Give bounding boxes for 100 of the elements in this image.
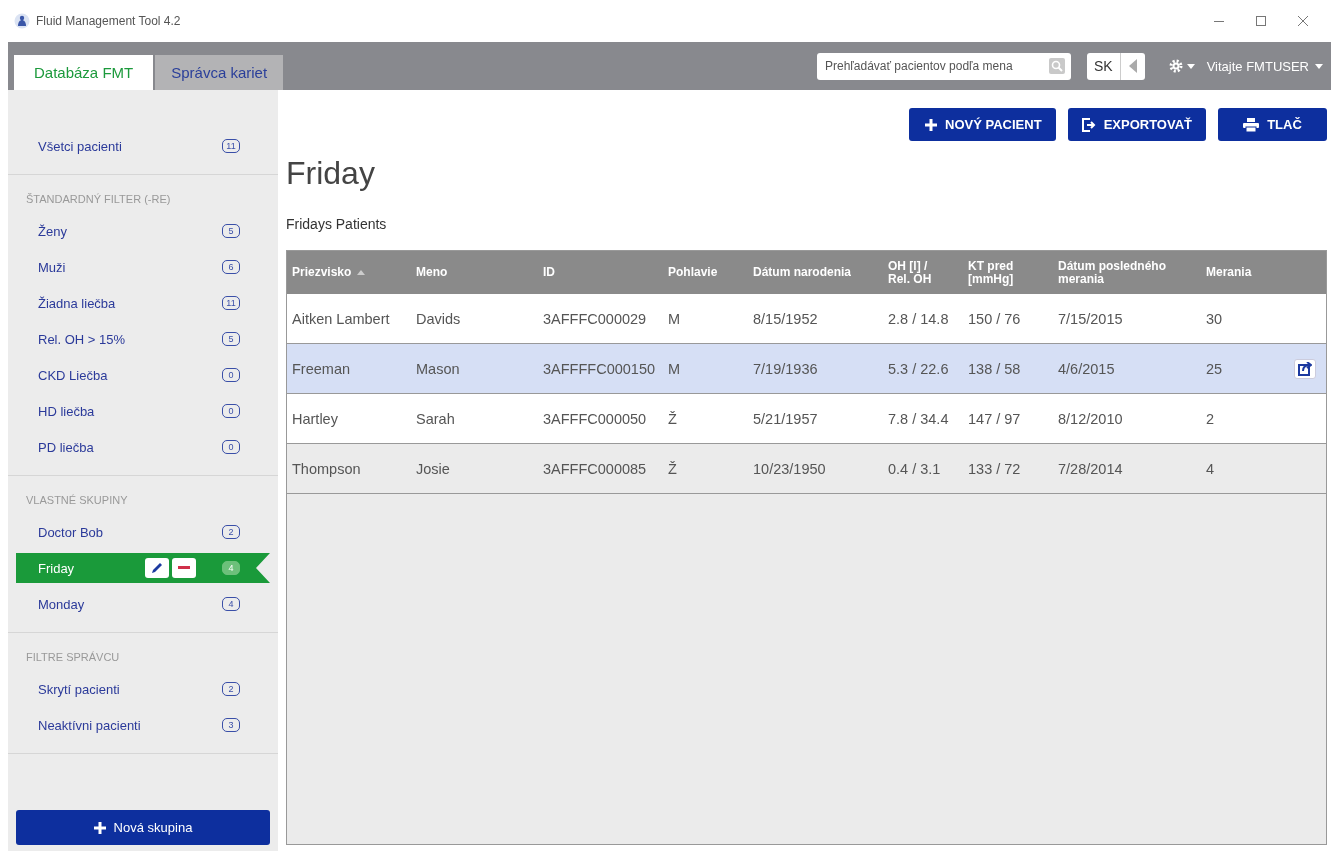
item-label: Muži [38,259,67,275]
new-group-button[interactable]: Nová skupina [16,810,270,845]
table-cell-text: Thompson [291,460,362,477]
table-row[interactable]: Aitken Lambert Davids 3AFFFC000029 M 8/15/1952 2.8 / 14.8 150 / 76 7/15/2015 30 [287,294,1326,344]
sidebar-item[interactable]: Skrytí pacienti 2 [16,671,270,707]
item-label: Žiadna liečba [38,295,117,311]
sidebar-item[interactable]: CKD Liečba 0 [16,357,270,393]
table-cell-text: 8/12/2010 [1057,410,1124,427]
sidebar-item[interactable]: Doctor Bob 2 [16,514,270,550]
item-label: Neaktívni pacienti [38,717,142,733]
count-badge: 0 [222,440,240,454]
table-cell-text: 10/23/1950 [752,460,827,477]
table-cell-text: M [667,310,682,327]
printer-icon [1243,117,1260,132]
sidebar-item[interactable]: Žiadna liečba 11 [16,285,270,321]
close-icon[interactable] [1297,15,1309,27]
pencil-icon [150,561,164,575]
table-cell-text: Aitken Lambert [291,310,391,327]
table-cell-text: 5/21/1957 [752,410,819,427]
item-label: Rel. OH > 15% [38,331,127,347]
window-title: Fluid Management Tool 4.2 [36,14,182,28]
count-badge: 3 [222,718,240,732]
table-cell-text: 138 / 58 [967,360,1022,377]
table-cell-text: 3AFFFC000085 [542,460,648,477]
edit-button[interactable] [145,558,169,578]
table-cell-text: Ž [667,410,678,427]
item-label: HD liečba [38,403,96,419]
sidebar-item[interactable]: Monday 4 [16,586,270,622]
table-cell-text: 30 [1205,310,1224,327]
table-cell-text: 4 [1205,460,1216,477]
sidebar-item[interactable]: PD liečba 0 [16,429,270,465]
sidebar-item[interactable]: Všetci pacienti 11 [16,128,270,164]
table-row[interactable]: Freeman Mason 3AFFFFC000150 M 7/19/1936 5.3 / 22.6 138 / 58 4/6/2015 25 [287,344,1326,394]
table-cell-text: 7/19/1936 [752,360,819,377]
new-patient-button[interactable]: NOVÝ PACIENT [909,108,1056,141]
sidebar-item[interactable]: Neaktívni pacienti 3 [16,707,270,743]
share-icon [1298,361,1312,376]
open-button[interactable] [1294,358,1316,379]
print-button[interactable]: TLAČ [1218,108,1327,141]
sidebar-item[interactable]: Ženy 5 [16,213,270,249]
count-badge: 0 [222,404,240,418]
section-heading: FILTRE SPRÁVCU [25,650,121,665]
item-label: Monday [38,596,86,612]
table-cell-text: 3AFFFC000029 [542,310,648,327]
export-button[interactable]: EXPORTOVAŤ [1067,108,1206,141]
group-description: Fridays Patients [286,216,388,232]
table-cell-text: 3AFFFC000050 [542,410,648,427]
table-cell-text: 2.8 / 14.8 [887,310,950,327]
table-cell-text: 150 / 76 [967,310,1022,327]
sidebar-item[interactable]: Rel. OH > 15% 5 [16,321,270,357]
settings-icon [1168,59,1183,73]
table-row[interactable]: Hartley Sarah 3AFFFC000050 Ž 5/21/1957 7.8 / 34.4 147 / 97 8/12/2010 2 [287,394,1326,444]
table-cell-text: 8/15/1952 [752,310,819,327]
export-icon [1081,117,1096,132]
section-heading: ŠTANDARDNÝ FILTER (-RE) [25,192,172,207]
sidebar-item[interactable]: Muži 6 [16,249,270,285]
caret-left-icon [1128,59,1137,73]
table-cell-text: 7.8 / 34.4 [887,410,950,427]
count-badge: 5 [222,332,240,346]
table-cell-text: Davids [415,310,462,327]
plus-icon [925,118,938,131]
count-badge: 2 [222,525,240,539]
search-field[interactable]: Prehľadávať pacientov podľa mena [816,52,1071,80]
count-badge: 2 [222,682,240,696]
item-label: Friday [38,560,76,576]
count-badge: 6 [222,260,240,274]
table-cell-text: 0.4 / 3.1 [887,460,942,477]
app-icon [14,13,30,29]
table-cell-text: 147 / 97 [967,410,1022,427]
table-cell-text: Sarah [415,410,456,427]
maximize-icon[interactable] [1255,15,1267,27]
item-label: PD liečba [38,439,95,455]
sidebar-item[interactable]: Friday 4 [16,553,270,583]
caret-down-icon [1186,63,1195,69]
table-cell-text: Mason [415,360,461,377]
item-label: CKD Liečba [38,367,109,383]
table-cell-text: 5.3 / 22.6 [887,360,950,377]
table-cell-text: Hartley [291,410,339,427]
tab[interactable]: Databáza FMT [14,55,154,90]
tab[interactable]: Správca kariet [155,55,284,90]
table-cell-text: 3AFFFFC000150 [542,360,657,377]
section-heading: VLASTNÉ SKUPINY [25,493,129,508]
table-cell-text: 133 / 72 [967,460,1022,477]
plus-icon [93,821,106,834]
table-cell-text: Josie [415,460,451,477]
count-badge: 4 [222,597,240,611]
table-cell-text: 7/15/2015 [1057,310,1124,327]
sidebar-item[interactable]: HD liečba 0 [16,393,270,429]
table-cell-text: M [667,360,682,377]
count-badge: 11 [222,139,240,153]
delete-button[interactable] [172,558,196,578]
table-cell-text: Freeman [291,360,352,377]
count-badge: 0 [222,368,240,382]
table-cell-text: 7/28/2014 [1057,460,1124,477]
item-label: Všetci pacienti [38,138,123,154]
table-cell-text: 25 [1205,360,1224,377]
minus-icon [178,566,190,570]
table-cell-text: 4/6/2015 [1057,360,1116,377]
user-name: Vitajte FMTUSER [1206,58,1309,74]
caret-down-icon [1315,63,1323,69]
